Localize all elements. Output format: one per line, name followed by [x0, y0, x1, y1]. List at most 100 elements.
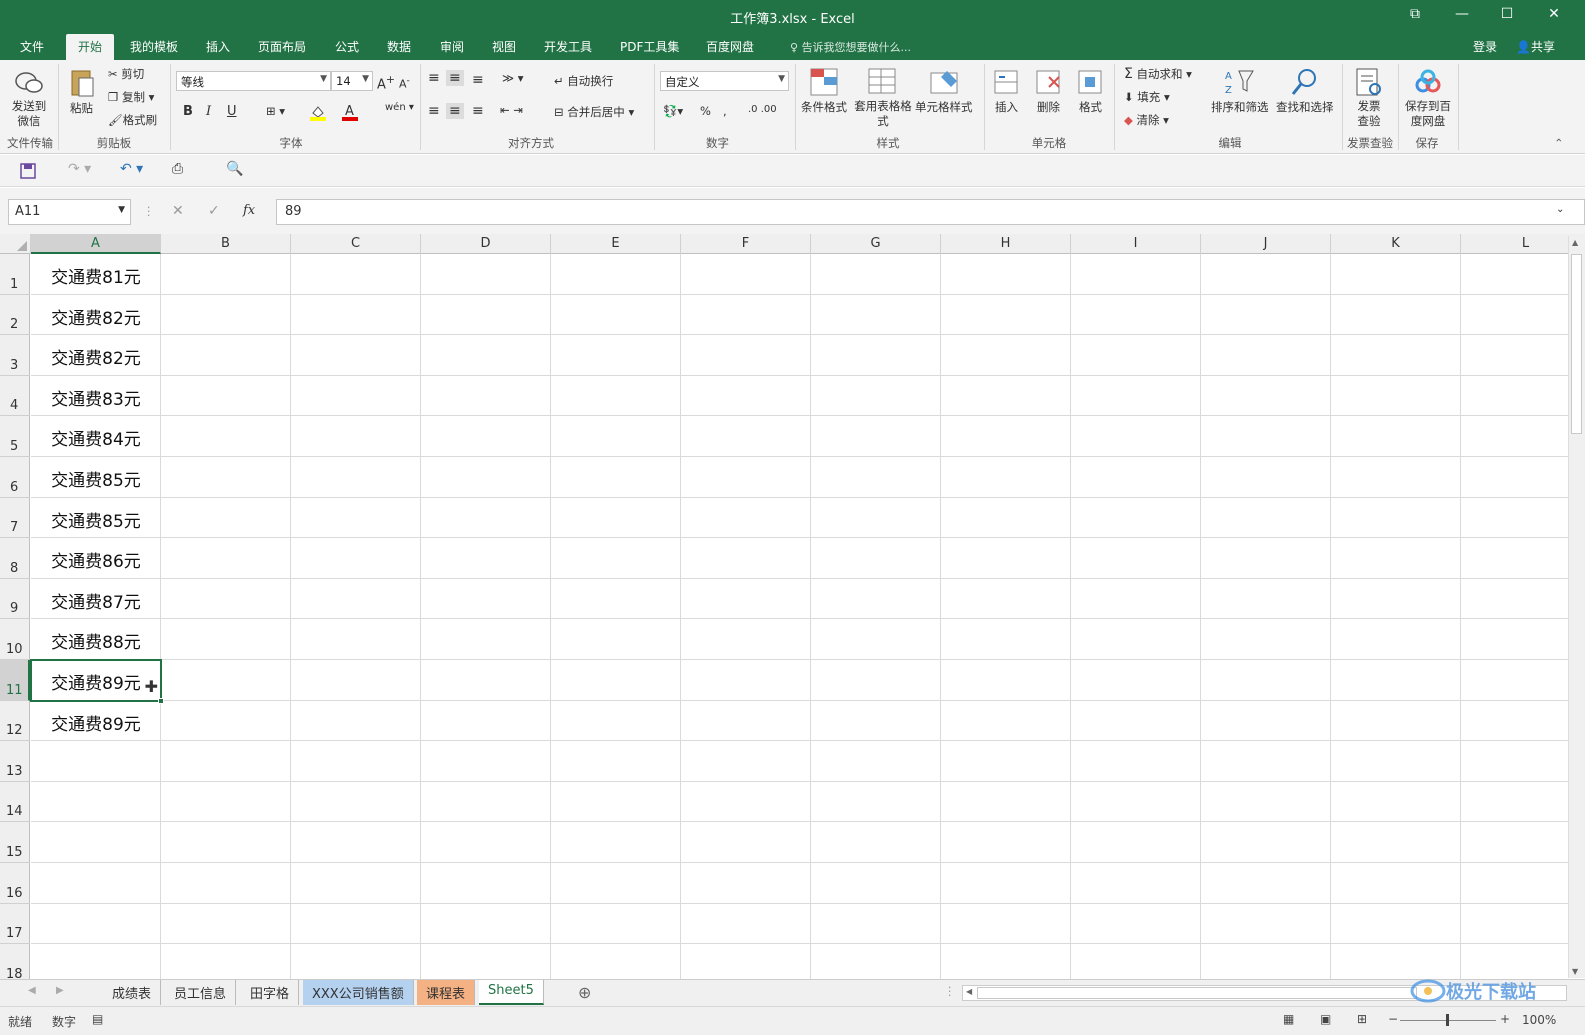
orientation-icon[interactable]: ≫ ▾ — [502, 71, 523, 85]
align-right-icon[interactable]: ≡ — [472, 103, 484, 119]
row-header-1[interactable]: 1 — [0, 254, 30, 295]
currency-icon[interactable]: 💱▾ — [663, 104, 683, 118]
column-header-l[interactable]: L — [1461, 234, 1585, 254]
tab-baidu-netdisk[interactable]: 百度网盘 — [706, 38, 754, 55]
scroll-thumb[interactable] — [1571, 254, 1582, 434]
percent-icon[interactable]: % — [700, 104, 711, 118]
scroll-up-icon[interactable]: ▲ — [1572, 238, 1578, 247]
sheet-tab-2[interactable]: 员工信息 — [165, 980, 237, 1005]
undo-icon[interactable]: ↶ ▾ — [120, 161, 143, 177]
select-all-button[interactable] — [0, 234, 31, 254]
column-header-g[interactable]: G — [811, 234, 941, 254]
scroll-tabs-left-icon[interactable]: ◀ — [28, 985, 36, 996]
sheet-tab-3[interactable]: 田字格 — [241, 980, 300, 1005]
format-painter-button[interactable]: 🖌格式刷 — [108, 112, 157, 128]
row-header-6[interactable]: 6 — [0, 457, 30, 498]
sheet-tab-4[interactable]: XXX公司销售额 — [303, 980, 414, 1005]
insert-button[interactable]: 插入 — [995, 99, 1018, 115]
row-header-12[interactable]: 12 — [0, 700, 30, 742]
row-header-10[interactable]: 10 — [0, 619, 30, 660]
comma-icon[interactable]: , — [723, 104, 727, 118]
scroll-tabs-right-icon[interactable]: ▶ — [56, 985, 64, 996]
close-button[interactable]: ✕ — [1539, 6, 1569, 22]
column-header-k[interactable]: K — [1331, 234, 1461, 254]
cell-a5[interactable]: 交通费84元 — [31, 425, 161, 450]
increase-decimal-icon[interactable]: .0 .00 — [748, 104, 777, 115]
row-header-17[interactable]: 17 — [0, 903, 30, 945]
merge-center-button[interactable]: ⊟ 合并后居中 ▾ — [554, 104, 634, 120]
column-header-i[interactable]: I — [1071, 234, 1201, 254]
italic-button[interactable]: I — [206, 104, 211, 119]
cut-button[interactable]: ✂ 剪切 — [108, 66, 144, 82]
tab-pdf-tools[interactable]: PDF工具集 — [620, 38, 679, 55]
scroll-left-icon[interactable]: ◀ — [966, 987, 972, 996]
name-box[interactable]: A11 ▼ — [8, 199, 131, 225]
cell-a1[interactable]: 交通费81元 — [31, 263, 161, 288]
row-header-5[interactable]: 5 — [0, 416, 30, 457]
copy-button[interactable]: ❐ 复制 ▾ — [108, 89, 154, 105]
page-layout-view-icon[interactable]: ▣ — [1320, 1012, 1331, 1026]
tab-formulas[interactable]: 公式 — [335, 38, 359, 55]
ribbon-display-icon[interactable]: ⧉ — [1400, 6, 1430, 22]
tell-me-search[interactable]: ♀ 告诉我您想要做什么... — [790, 39, 911, 55]
tab-my-templates[interactable]: 我的模板 — [130, 38, 178, 55]
tab-view[interactable]: 视图 — [492, 38, 516, 55]
underline-button[interactable]: U — [227, 104, 237, 119]
cell-a7[interactable]: 交通费85元 — [31, 507, 161, 532]
tab-home[interactable]: 开始 — [66, 34, 115, 60]
column-header-a[interactable]: A — [31, 234, 161, 254]
zoom-in-icon[interactable]: + — [1500, 1012, 1510, 1026]
zoom-out-icon[interactable]: − — [1388, 1012, 1398, 1026]
login-link[interactable]: 登录 — [1473, 38, 1497, 55]
align-bottom-icon[interactable]: ≡ — [472, 72, 484, 88]
column-header-j[interactable]: J — [1201, 234, 1331, 254]
redo-icon[interactable]: ↷ ▾ — [68, 161, 91, 177]
zoom-level[interactable]: 100% — [1522, 1013, 1556, 1027]
align-center-icon[interactable]: ≡ — [446, 103, 464, 119]
column-header-e[interactable]: E — [551, 234, 681, 254]
formula-input[interactable]: 89 — [276, 199, 1585, 225]
page-break-view-icon[interactable]: ⊞ — [1357, 1012, 1367, 1026]
column-header-b[interactable]: B — [161, 234, 291, 254]
cell-a8[interactable]: 交通费86元 — [31, 547, 161, 572]
cell-styles-button[interactable]: 单元格样式 — [915, 99, 973, 115]
column-header-h[interactable]: H — [941, 234, 1071, 254]
tab-data[interactable]: 数据 — [387, 38, 411, 55]
bold-button[interactable]: B — [183, 104, 193, 119]
macro-record-icon[interactable]: ▤ — [92, 1012, 103, 1026]
number-format-select[interactable]: 自定义 ▼ — [660, 71, 789, 91]
hscroll-thumb[interactable] — [977, 987, 1417, 999]
row-header-18[interactable]: 18 — [0, 944, 30, 979]
print-preview-icon[interactable]: ⎙ — [172, 161, 183, 177]
column-header-d[interactable]: D — [421, 234, 551, 254]
wrap-text-button[interactable]: ↵ 自动换行 — [554, 73, 613, 89]
fill-button[interactable]: ⬇ 填充 ▾ — [1124, 89, 1170, 105]
indent-icon[interactable]: ⇤ ⇥ — [500, 103, 523, 117]
cell-a10[interactable]: 交通费88元 — [31, 628, 161, 653]
split-handle-icon[interactable]: ⋮ — [944, 984, 956, 998]
insert-function-icon[interactable]: fx — [243, 203, 255, 218]
align-middle-icon[interactable]: ≡ — [446, 70, 464, 86]
cell-a4[interactable]: 交通费83元 — [31, 385, 161, 410]
conditional-format-button[interactable]: 条件格式 — [801, 99, 847, 115]
tab-insert[interactable]: 插入 — [206, 38, 230, 55]
worksheet-grid[interactable]: ABCDEFGHIJKL 1 2 3 4 5 6 7 8 9 10 11 12 13 14 15 16 17 18… — [0, 234, 1585, 979]
border-icon[interactable]: ⊞ ▾ — [266, 104, 285, 118]
cell-a12[interactable]: 交通费89元 — [31, 710, 161, 735]
zoom-thumb[interactable] — [1446, 1014, 1449, 1026]
sheet-tab-5[interactable]: 课程表 — [417, 980, 476, 1005]
tab-developer[interactable]: 开发工具 — [544, 38, 592, 55]
format-button[interactable]: 格式 — [1079, 99, 1102, 115]
row-header-7[interactable]: 7 — [0, 497, 30, 539]
row-header-15[interactable]: 15 — [0, 822, 30, 863]
font-color-icon[interactable]: A — [340, 102, 360, 122]
increase-font-icon[interactable]: A+ — [377, 73, 395, 92]
row-header-16[interactable]: 16 — [0, 863, 30, 904]
maximize-button[interactable]: ☐ — [1492, 6, 1522, 22]
cancel-icon[interactable]: ✕ — [172, 203, 184, 219]
row-header-3[interactable]: 3 — [0, 335, 30, 376]
row-header-14[interactable]: 14 — [0, 781, 30, 823]
autosum-button[interactable]: Σ 自动求和 ▾ — [1124, 66, 1192, 82]
tab-file[interactable]: 文件 — [20, 38, 44, 55]
cell-a9[interactable]: 交通费87元 — [31, 588, 161, 613]
